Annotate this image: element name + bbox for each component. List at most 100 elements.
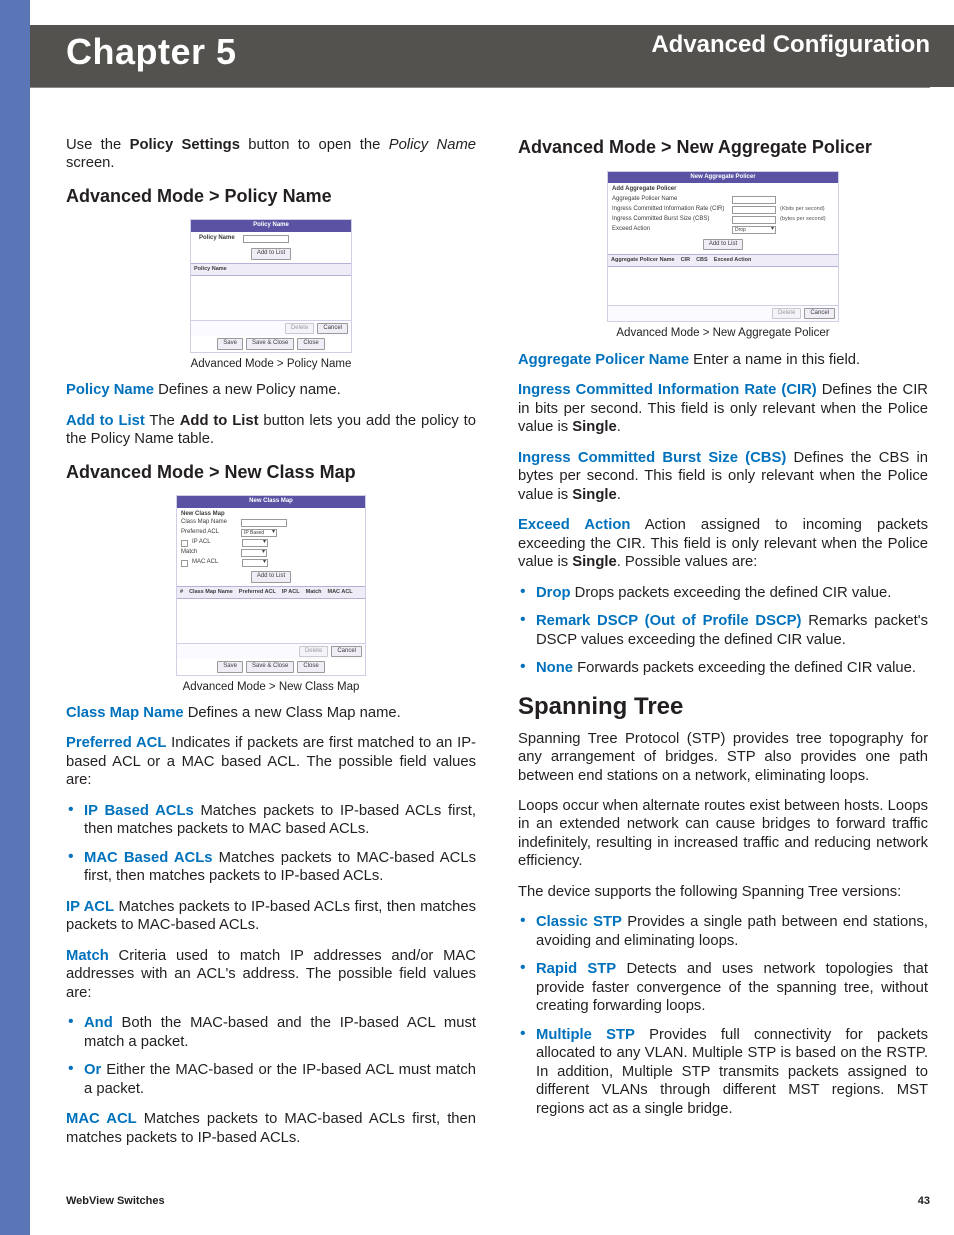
left-blue-strip: [0, 0, 30, 1235]
mini-label: Preferred ACL: [181, 529, 237, 537]
list-exceed: Drop Drops packets exceeding the defined…: [518, 584, 928, 678]
mini-input: [732, 206, 776, 214]
mini-footer: DeleteCancel: [608, 305, 838, 322]
list-pref-acl: IP Based ACLs Matches packets to IP-base…: [66, 802, 476, 886]
p-mac-acl: MAC ACL Matches packets to MAC-based ACL…: [66, 1110, 476, 1147]
term: None: [536, 660, 573, 676]
mini-unit: (Kbits per second): [780, 206, 825, 213]
list-item: Or Either the MAC-based or the IP-based …: [66, 1061, 476, 1098]
mini-titlebar: Policy Name: [191, 220, 351, 232]
term: IP ACL: [66, 899, 114, 915]
mini-label: Match: [181, 549, 237, 557]
right-column: Advanced Mode > New Aggregate Policer Ne…: [518, 136, 928, 1159]
mini-label: Exceed Action: [612, 226, 728, 234]
intro-text: Use the Policy Settings button to open t…: [66, 136, 476, 173]
mini-table-head: #Class Map NamePreferred ACLIP ACLMatchM…: [177, 586, 365, 599]
txt: Matches packets to IP-based ACLs first, …: [66, 899, 476, 933]
mini-label: Ingress Committed Burst Size (CBS): [612, 216, 728, 224]
txt: .: [617, 419, 621, 435]
list-item: None Forwards packets exceeding the defi…: [518, 659, 928, 677]
footer-left: WebView Switches: [66, 1195, 165, 1207]
term: Exceed Action: [518, 517, 630, 533]
txt: screen.: [66, 155, 115, 171]
term: And: [84, 1015, 113, 1031]
list-item: MAC Based ACLs Matches packets to MAC-ba…: [66, 849, 476, 886]
term: Ingress Committed Information Rate (CIR): [518, 382, 817, 398]
term: Remark DSCP (Out of Profile DSCP): [536, 613, 801, 629]
txt: Enter a name in this field.: [689, 352, 860, 368]
txt: .: [617, 487, 621, 503]
p-agg-name: Aggregate Policer Name Enter a name in t…: [518, 351, 928, 369]
left-column: Use the Policy Settings button to open t…: [66, 136, 476, 1159]
term: Aggregate Policer Name: [518, 352, 689, 368]
p-add-to-list: Add to List The Add to List button lets …: [66, 412, 476, 449]
term: Policy Name: [66, 382, 154, 398]
mini-input: [241, 519, 287, 527]
term: Classic STP: [536, 914, 622, 930]
figure-class-map: New Class Map New Class Map Class Map Na…: [66, 495, 476, 694]
list-item: Classic STP Provides a single path betwe…: [518, 913, 928, 950]
term: Or: [84, 1062, 101, 1078]
p-span-3: The device supports the following Spanni…: [518, 883, 928, 901]
page: Chapter 5 Advanced Configuration Use the…: [0, 0, 954, 1235]
mini-label: MAC ACL: [192, 559, 238, 567]
mini-agg-dialog: New Aggregate Policer Add Aggregate Poli…: [607, 171, 839, 323]
list-item: Drop Drops packets exceeding the defined…: [518, 584, 928, 602]
mini-titlebar: New Aggregate Policer: [608, 172, 838, 184]
mini-table-body: [177, 599, 365, 643]
txt: button to open the: [240, 137, 389, 153]
mini-add-btn: Add to List: [251, 248, 291, 260]
mini-footer2: SaveSave & CloseClose: [177, 659, 365, 675]
mini-unit: (bytes per second): [780, 216, 826, 223]
footer-page-number: 43: [918, 1195, 930, 1207]
list-item: And Both the MAC-based and the IP-based …: [66, 1014, 476, 1051]
term: IP Based ACLs: [84, 803, 194, 819]
mini-classmap-dialog: New Class Map New Class Map Class Map Na…: [176, 495, 366, 675]
list-item: IP Based ACLs Matches packets to IP-base…: [66, 802, 476, 839]
list-item: Remark DSCP (Out of Profile DSCP) Remark…: [518, 612, 928, 649]
page-footer: WebView Switches 43: [66, 1195, 930, 1207]
p-pref-acl: Preferred ACL Indicates if packets are f…: [66, 734, 476, 789]
p-exceed: Exceed Action Action assigned to incomin…: [518, 516, 928, 571]
p-cbs: Ingress Committed Burst Size (CBS) Defin…: [518, 449, 928, 504]
mini-select: [242, 539, 268, 547]
header-divider: [30, 87, 930, 88]
figure-agg-policer: New Aggregate Policer Add Aggregate Poli…: [518, 171, 928, 341]
mini-label: Policy Name: [195, 233, 239, 245]
list-match: And Both the MAC-based and the IP-based …: [66, 1014, 476, 1098]
figure-caption: Advanced Mode > New Class Map: [183, 680, 360, 694]
term: Ingress Committed Burst Size (CBS): [518, 450, 786, 466]
mini-label: Ingress Committed Information Rate (CIR): [612, 206, 728, 214]
section-label: Advanced Configuration: [651, 31, 930, 59]
figure-caption: Advanced Mode > New Aggregate Policer: [616, 326, 829, 340]
figure-policy-name: Policy Name Policy Name Add to List Poli…: [66, 219, 476, 371]
mini-select: IP Based: [241, 529, 277, 537]
txt: Policy Settings: [130, 137, 240, 153]
txt: Defines a new Policy name.: [154, 382, 341, 398]
mini-add-btn: Add to List: [703, 239, 743, 251]
mini-input: [732, 216, 776, 224]
p-cm-name: Class Map Name Defines a new Class Map n…: [66, 704, 476, 722]
txt: Policy Name: [389, 137, 476, 153]
header-band: Chapter 5 Advanced Configuration: [30, 25, 954, 87]
term: Add to List: [66, 413, 145, 429]
mini-checkbox: [181, 560, 188, 567]
term: MAC ACL: [66, 1111, 137, 1127]
mini-checkbox: [181, 540, 188, 547]
p-cir: Ingress Committed Information Rate (CIR)…: [518, 381, 928, 436]
mini-footer2: SaveSave & CloseClose: [191, 336, 351, 352]
heading-new-class-map: Advanced Mode > New Class Map: [66, 461, 476, 484]
mini-input: [732, 196, 776, 204]
p-match: Match Criteria used to match IP addresse…: [66, 947, 476, 1002]
txt: Single: [572, 419, 616, 435]
mini-add-btn: Add to List: [251, 571, 291, 583]
mini-footer1: DeleteCancel: [191, 320, 351, 337]
term: Preferred ACL: [66, 735, 166, 751]
chapter-label: Chapter 5: [66, 31, 237, 73]
mini-policy-dialog: Policy Name Policy Name Add to List Poli…: [190, 219, 352, 352]
txt: . Possible values are:: [617, 554, 758, 570]
mini-select: Drop: [732, 226, 776, 234]
heading-policy-name: Advanced Mode > Policy Name: [66, 185, 476, 208]
mini-section: New Class Map: [177, 508, 365, 519]
mini-label: Class Map Name: [181, 519, 237, 527]
